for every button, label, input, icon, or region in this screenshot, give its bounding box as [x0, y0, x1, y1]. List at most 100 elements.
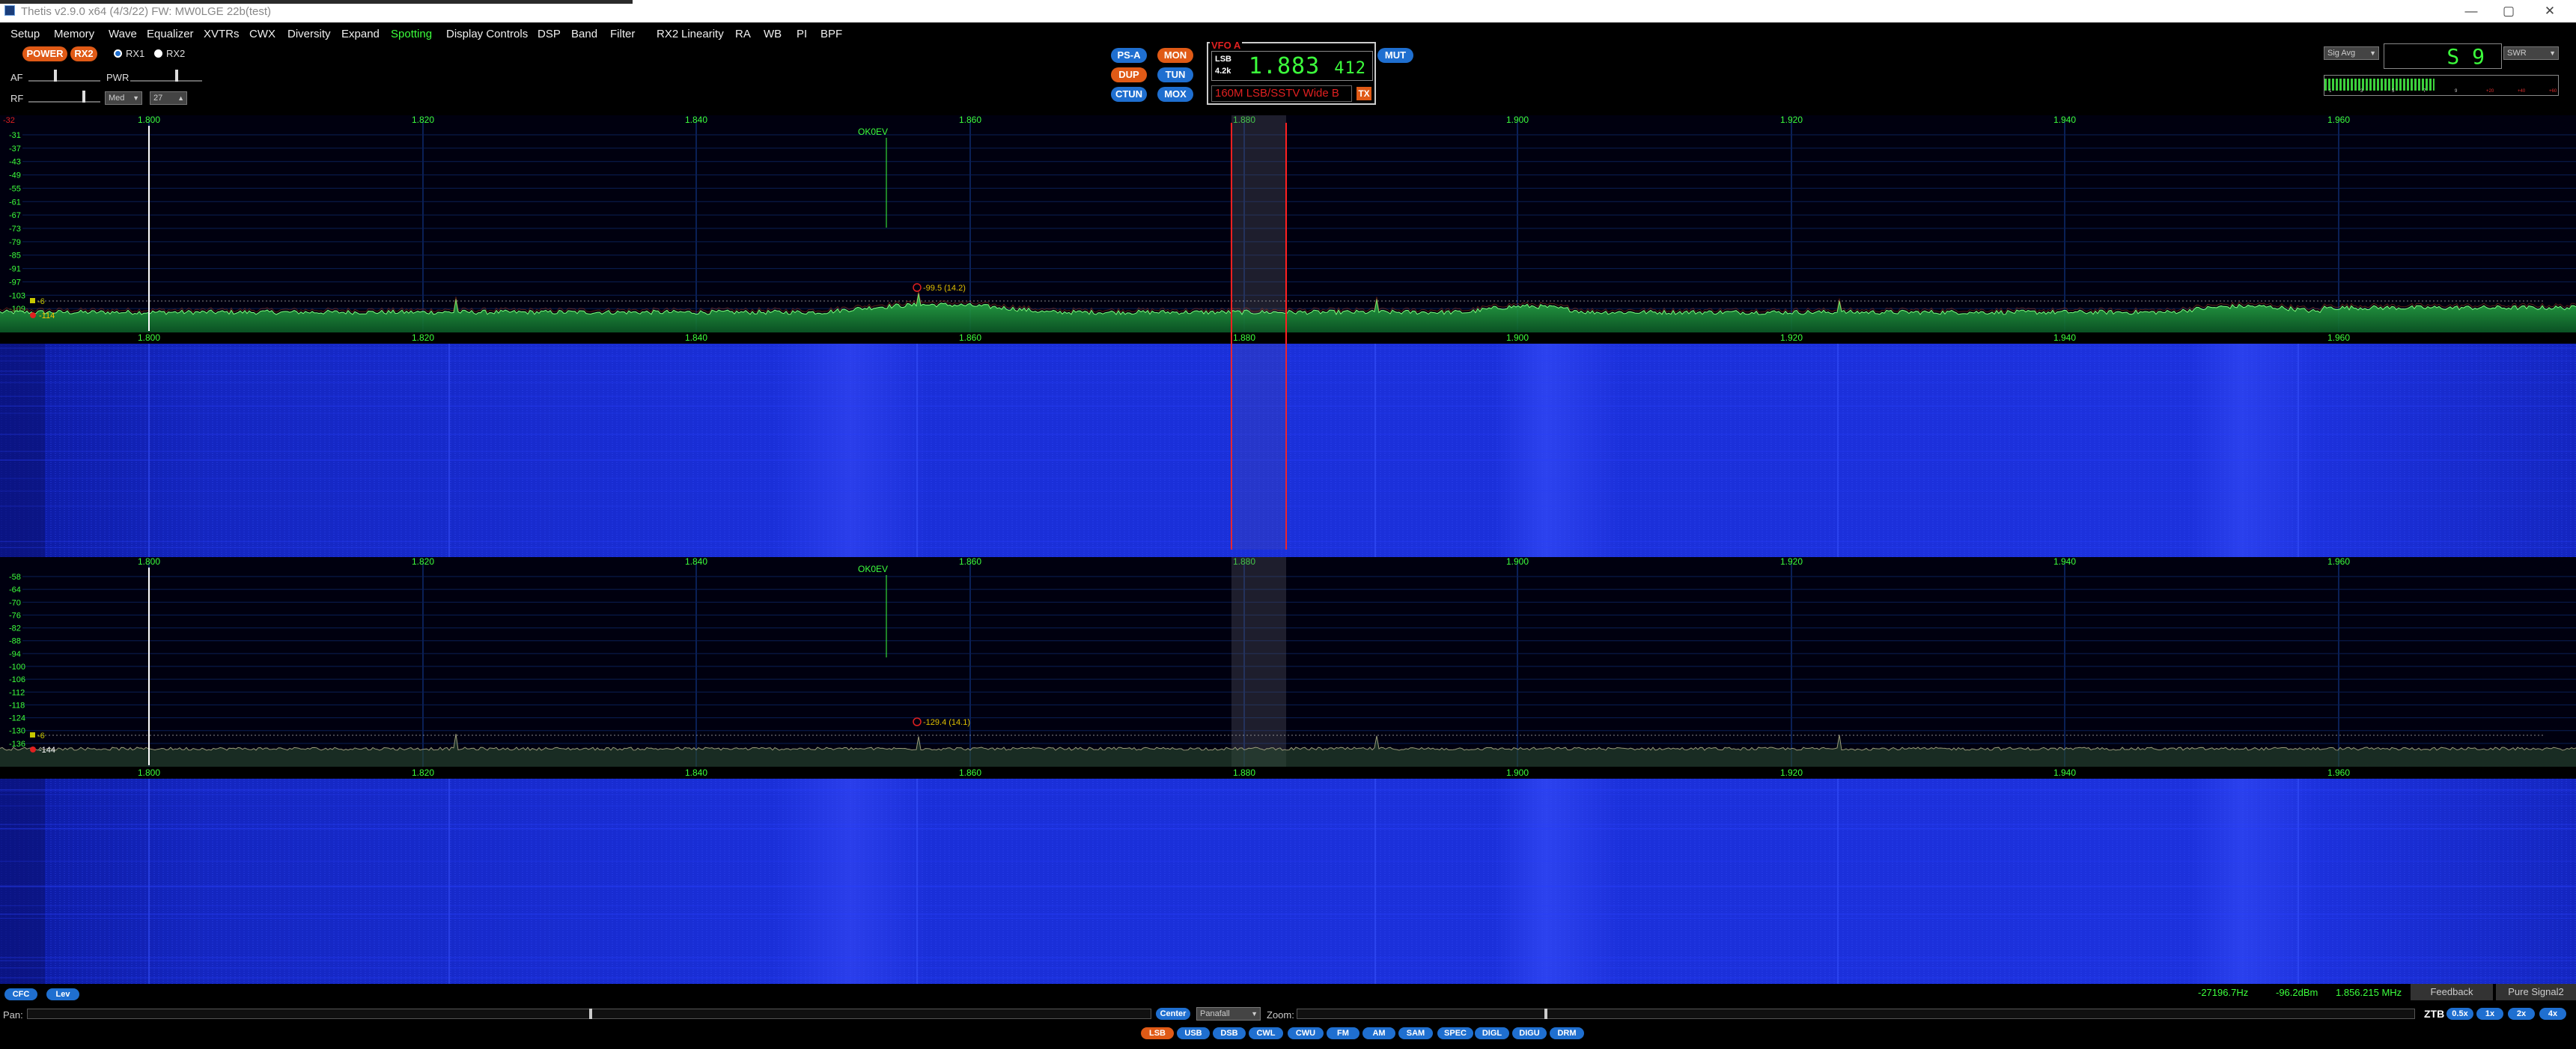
maximize-button[interactable]: ▢	[2490, 2, 2527, 20]
filter-passband[interactable]	[1231, 115, 1286, 332]
menu-item-expand[interactable]: Expand	[341, 28, 380, 40]
mut-button[interactable]: MUT	[1377, 48, 1413, 63]
menu-item-memory[interactable]: Memory	[54, 28, 94, 40]
mode-lsb-button[interactable]: LSB	[1141, 1027, 1174, 1039]
menu-item-filter[interactable]: Filter	[610, 28, 635, 40]
rx2-radio[interactable]	[154, 49, 162, 58]
rx2-button[interactable]: RX2	[70, 46, 97, 61]
menu-item-display-controls[interactable]: Display Controls	[446, 28, 528, 40]
menu-item-pi[interactable]: PI	[797, 28, 807, 40]
mode-fm-button[interactable]: FM	[1327, 1027, 1359, 1039]
pwr-slider[interactable]	[130, 70, 202, 82]
power-button[interactable]: POWER	[22, 46, 67, 61]
af-slider[interactable]	[28, 70, 100, 82]
menu-item-diversity[interactable]: Diversity	[287, 28, 331, 40]
vfo-frequency-main: 1.883	[1248, 53, 1321, 79]
menu-item-cwx[interactable]: CWX	[249, 28, 275, 40]
zoom-1x-button[interactable]: 1x	[2476, 1008, 2503, 1020]
mox-button[interactable]: MOX	[1157, 87, 1193, 102]
freq-scale-label-bottom: 1.940	[2053, 767, 2076, 778]
vfo-a-label: VFO A	[1210, 40, 1243, 51]
menu-item-dsp[interactable]: DSP	[538, 28, 561, 40]
rf-slider-thumb[interactable]	[82, 91, 85, 103]
menu-item-bpf[interactable]: BPF	[820, 28, 842, 40]
freq-scale-label-bottom: 1.940	[2053, 332, 2076, 343]
zoom-slider[interactable]	[1297, 1009, 2415, 1019]
vfo-tx-button[interactable]: TX	[1356, 87, 1371, 100]
squelch-handle[interactable]	[30, 298, 35, 303]
panadapter-area[interactable]: 1.800 1.820 1.840 1.860 1.880 1.900 1.920 1.940…	[0, 115, 2576, 984]
db-scale-label: -94	[9, 650, 21, 659]
spot-label: OK0EV	[858, 564, 888, 574]
close-button[interactable]: ✕	[2531, 2, 2569, 20]
vfo-mode: LSB	[1215, 55, 1231, 64]
menu-item-spotting[interactable]: Spotting	[391, 28, 432, 40]
freq-scale-label-bottom: 1.860	[959, 767, 981, 778]
chevron-down-icon: ▼	[133, 94, 139, 102]
pan-slider-thumb[interactable]	[589, 1009, 592, 1019]
mode-cwl-button[interactable]: CWL	[1249, 1027, 1283, 1039]
mode-spec-button[interactable]: SPEC	[1437, 1027, 1473, 1039]
menu-item-equalizer[interactable]: Equalizer	[147, 28, 194, 40]
db-scale-label: -130	[9, 727, 25, 736]
zoom-4x-button[interactable]: 4x	[2539, 1008, 2566, 1020]
db-scale-label: -136	[9, 740, 25, 749]
mode-digu-button[interactable]: DIGU	[1512, 1027, 1547, 1039]
lev-button[interactable]: Lev	[46, 988, 79, 1000]
mon-button[interactable]: MON	[1157, 48, 1193, 63]
noise-floor-marker[interactable]	[30, 312, 36, 318]
squelch-handle[interactable]	[30, 732, 35, 738]
menu-item-ra[interactable]: RA	[735, 28, 751, 40]
pan-slider[interactable]	[27, 1009, 1151, 1019]
zoom-2x-button[interactable]: 2x	[2508, 1008, 2535, 1020]
menu-item-rx2[interactable]: RX2	[657, 28, 678, 40]
rf-slider[interactable]	[28, 91, 100, 103]
af-label: AF	[10, 72, 23, 83]
mode-digl-button[interactable]: DIGL	[1475, 1027, 1509, 1039]
agc-mode-select[interactable]: Med ▼	[105, 91, 142, 105]
mode-sam-button[interactable]: SAM	[1398, 1027, 1433, 1039]
dup-button[interactable]: DUP	[1111, 67, 1147, 82]
display-mode-select[interactable]: Panafall ▼	[1196, 1007, 1261, 1021]
menu-item-wb[interactable]: WB	[764, 28, 782, 40]
zoom-slider-thumb[interactable]	[1544, 1009, 1547, 1019]
mode-drm-button[interactable]: DRM	[1550, 1027, 1584, 1039]
menu-item-band[interactable]: Band	[571, 28, 597, 40]
noise-floor-marker[interactable]	[30, 747, 36, 752]
freq-scale-label: 1.860	[959, 115, 981, 125]
menu-item-setup[interactable]: Setup	[10, 28, 40, 40]
vfo-frequency[interactable]: 1.883 412	[1249, 53, 1366, 79]
minimize-button[interactable]: —	[2452, 2, 2490, 20]
cfc-button[interactable]: CFC	[4, 988, 37, 1000]
agc-value-stepper[interactable]: 27 ▲	[150, 91, 187, 105]
rx1-waterfall[interactable]	[0, 344, 2576, 559]
center-button[interactable]: Center	[1156, 1008, 1190, 1020]
rx2-waterfall[interactable]	[0, 779, 2576, 984]
freq-scale-label-bottom: 1.800	[138, 332, 160, 343]
menu-item-xvtrs[interactable]: XVTRs	[204, 28, 240, 40]
freq-scale-label-bottom: 1.820	[412, 767, 434, 778]
mode-dsb-button[interactable]: DSB	[1213, 1027, 1246, 1039]
rf-label: RF	[10, 93, 24, 104]
pure-signal-tab[interactable]: Pure Signal2	[2496, 984, 2576, 1000]
mode-usb-button[interactable]: USB	[1177, 1027, 1210, 1039]
rx1-panadapter[interactable]: 1.800 1.820 1.840 1.860 1.880 1.900 1.920 1.940…	[0, 115, 2576, 343]
ps-a-button[interactable]: PS-A	[1111, 48, 1147, 63]
noise-floor-value: -144	[39, 746, 55, 755]
af-slider-thumb[interactable]	[54, 70, 57, 82]
rx2-panadapter[interactable]: 1.800 1.820 1.840 1.860 1.880 1.900 1.920 1.940…	[0, 556, 2576, 778]
pwr-slider-thumb[interactable]	[175, 70, 178, 82]
menu-item-linearity[interactable]: Linearity	[681, 28, 724, 40]
feedback-tab[interactable]: Feedback	[2411, 984, 2493, 1000]
zoom-0.5x-button[interactable]: 0.5x	[2446, 1008, 2473, 1020]
menu-item-wave[interactable]: Wave	[109, 28, 137, 40]
vfo-frequency-sub: 412	[1334, 59, 1366, 78]
ctun-button[interactable]: CTUN	[1111, 87, 1147, 102]
freq-scale-label: 1.840	[685, 115, 707, 125]
mode-cwu-button[interactable]: CWU	[1288, 1027, 1324, 1039]
vfo-a-frequency-box[interactable]: LSB 4.2k 1.883 412	[1211, 51, 1373, 81]
panadapter-svg[interactable]: 1.800 1.820 1.840 1.860 1.880 1.900 1.920 1.940…	[0, 115, 2576, 984]
tun-button[interactable]: TUN	[1157, 67, 1193, 82]
mode-am-button[interactable]: AM	[1362, 1027, 1395, 1039]
rx1-radio[interactable]	[114, 49, 122, 58]
